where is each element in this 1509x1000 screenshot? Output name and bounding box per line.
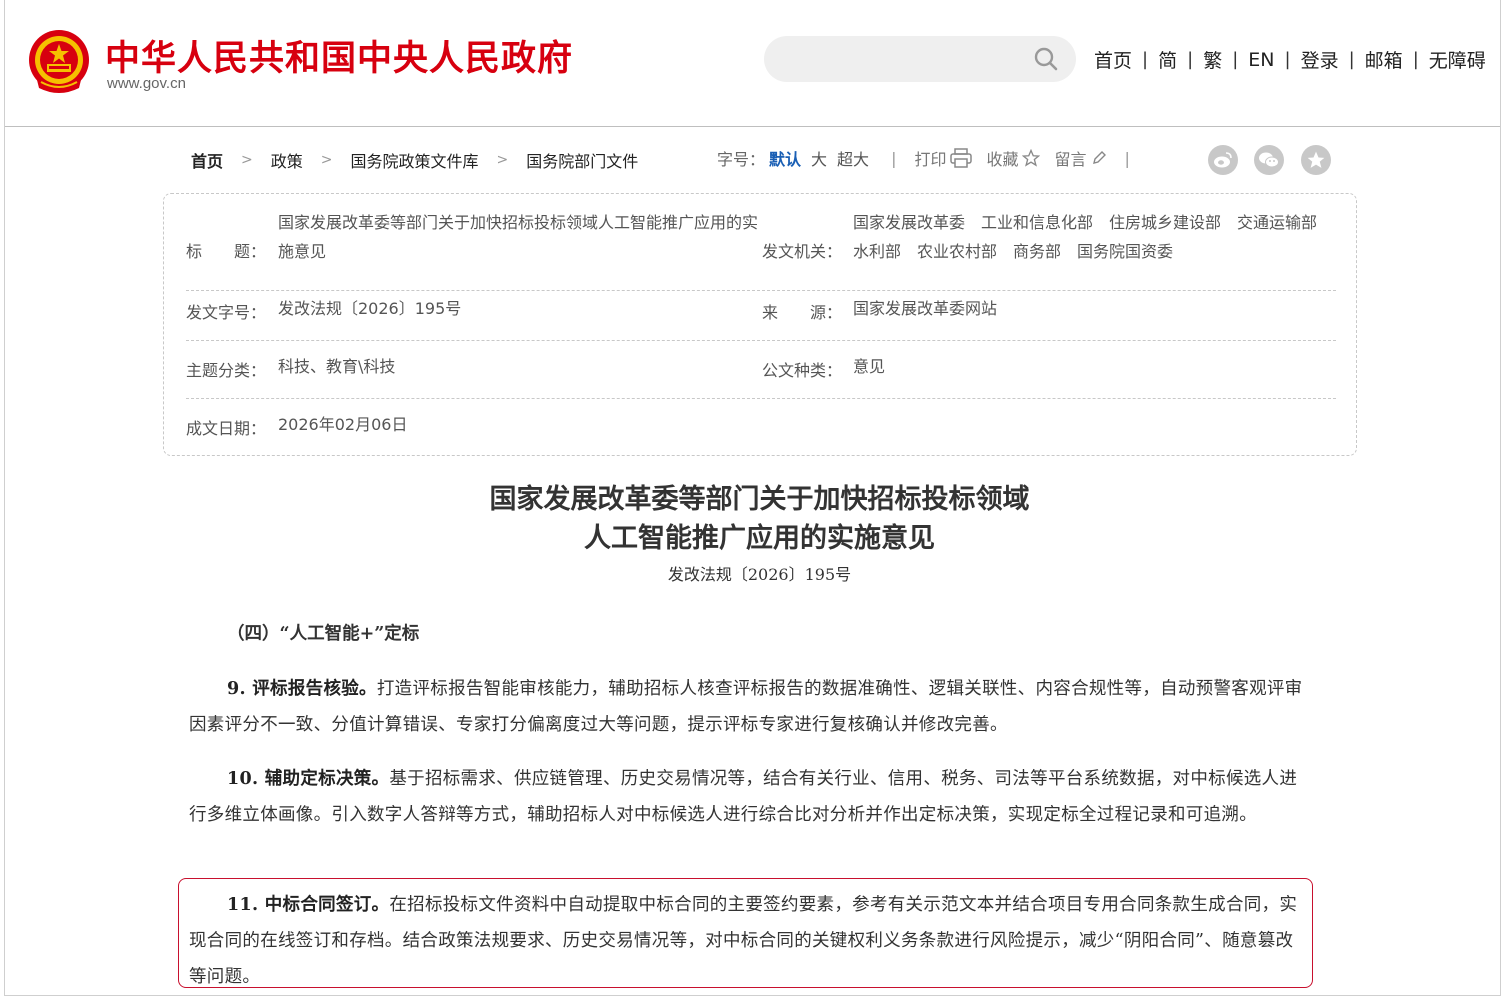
favorite-button[interactable]: 收藏 [986, 146, 1041, 170]
print-button[interactable]: 打印 [914, 146, 973, 170]
favorite-label: 收藏 [986, 150, 1019, 169]
nav-separator: | [1284, 49, 1291, 70]
paragraph-9-heading: 9. 评标报告核验。 [227, 679, 377, 699]
nav-home[interactable]: 首页 [1094, 46, 1132, 73]
breadcrumb-department-docs[interactable]: 国务院部门文件 [526, 148, 638, 172]
nav-separator: | [1348, 49, 1355, 70]
printer-icon [950, 148, 973, 168]
site-header: 中华人民共和国中央人民政府 www.gov.cn 首页 | 简 | 繁 | EN… [5, 0, 1500, 127]
document-info-box: 标 题： 国家发展改革委等部门关于加快招标投标领域人工智能推广应用的实施意见 发… [163, 193, 1357, 456]
breadcrumb-policy[interactable]: 政策 [271, 148, 303, 172]
top-nav: 首页 | 简 | 繁 | EN | 登录 | 邮箱 | 无障碍 [1094, 46, 1486, 73]
info-row-title: 标 题： 国家发展改革委等部门关于加快招标投标领域人工智能推广应用的实施意见 发… [186, 206, 1336, 291]
browser-page: 中华人民共和国中央人民政府 www.gov.cn 首页 | 简 | 繁 | EN… [4, 0, 1501, 996]
nav-separator: | [1187, 49, 1194, 70]
font-size-default[interactable]: 默认 [769, 146, 801, 170]
section-heading: （四）“人工智能+”定标 [227, 624, 420, 644]
qzone-icon[interactable] [1301, 145, 1331, 175]
nav-login[interactable]: 登录 [1301, 46, 1339, 73]
title-value: 国家发展改革委等部门关于加快招标投标领域人工智能推广应用的实施意见 [278, 213, 759, 261]
comment-button[interactable]: 留言 [1054, 146, 1106, 170]
chevron-right-icon: > [320, 152, 333, 168]
print-label: 打印 [914, 150, 947, 169]
tools-separator: | [1124, 148, 1130, 168]
paragraph-10: 10. 辅助定标决策。基于招标需求、供应链管理、历史交易情况等，结合有关行业、信… [189, 761, 1309, 833]
nav-traditional[interactable]: 繁 [1203, 46, 1222, 73]
paragraph-11-heading: 11. 中标合同签订。 [227, 895, 390, 915]
date-label: 成文日期： [186, 419, 267, 438]
font-size-xlarge[interactable]: 超大 [837, 146, 869, 170]
breadcrumb: 首页 > 政策 > 国务院政策文件库 > 国务院部门文件 [191, 148, 638, 172]
chevron-right-icon: > [496, 152, 509, 168]
search-input[interactable] [764, 36, 1076, 82]
nav-simplified[interactable]: 简 [1158, 46, 1177, 73]
nav-mailbox[interactable]: 邮箱 [1365, 46, 1403, 73]
info-row-date: 成文日期： 2026年02月06日 [186, 398, 1336, 456]
wechat-icon[interactable] [1254, 145, 1284, 175]
font-size-label: 字号： [717, 150, 766, 169]
nav-accessibility[interactable]: 无障碍 [1429, 46, 1486, 73]
article-title-line1: 国家发展改革委等部门关于加快招标投标领域 [489, 484, 1030, 515]
type-label: 公文种类： [762, 361, 843, 380]
article-doc-number: 发改法规〔2026〕195号 [667, 565, 852, 584]
chevron-right-icon: > [241, 152, 253, 168]
subject-value: 科技、教育\科技 [278, 357, 396, 376]
search-icon[interactable] [1034, 47, 1058, 71]
info-row-docno: 发文字号： 发改法规〔2026〕195号 来 源： 国家发展改革委网站 [186, 282, 1336, 341]
source-label: 来 源： [762, 303, 843, 322]
star-icon [1022, 149, 1041, 167]
nav-separator: | [1412, 49, 1419, 70]
breadcrumb-home[interactable]: 首页 [191, 148, 223, 172]
article-tools: 字号： 默认 大 超大 | 打印 收藏 留言 | [717, 146, 1148, 170]
doc-no-label: 发文字号： [186, 303, 267, 322]
article-title-line2: 人工智能推广应用的实施意见 [584, 523, 935, 554]
tools-separator: | [891, 148, 897, 168]
breadcrumb-policy-library[interactable]: 国务院政策文件库 [351, 148, 479, 172]
nav-separator: | [1142, 49, 1149, 70]
pencil-icon [1092, 151, 1106, 164]
national-emblem-icon[interactable] [27, 28, 91, 96]
site-domain: www.gov.cn [107, 75, 186, 92]
paragraph-10-heading: 10. 辅助定标决策。 [227, 769, 390, 789]
weibo-icon[interactable] [1208, 145, 1238, 175]
subject-label: 主题分类： [186, 361, 267, 380]
nav-separator: | [1232, 49, 1239, 70]
issuer-label: 发文机关： [762, 242, 843, 261]
nav-english[interactable]: EN [1248, 49, 1274, 71]
paragraph-9: 9. 评标报告核验。打造评标报告智能审核能力，辅助招标人核查评标报告的数据准确性… [189, 671, 1309, 743]
source-value: 国家发展改革委网站 [853, 299, 998, 318]
date-value: 2026年02月06日 [278, 415, 408, 434]
comment-label: 留言 [1054, 150, 1087, 169]
doc-no-value: 发改法规〔2026〕195号 [278, 299, 462, 318]
paragraph-11: 11. 中标合同签订。在招标投标文件资料中自动提取中标合同的主要签约要素，参考有… [189, 887, 1309, 995]
site-title[interactable]: 中华人民共和国中央人民政府 [105, 30, 573, 81]
type-value: 意见 [853, 357, 886, 376]
info-row-subject: 主题分类： 科技、教育\科技 公文种类： 意见 [186, 340, 1336, 399]
font-size-large[interactable]: 大 [811, 146, 827, 170]
title-label: 标 题： [186, 242, 267, 261]
issuer-value: 国家发展改革委 工业和信息化部 住房城乡建设部 交通运输部 水利部 农业农村部 … [853, 213, 1334, 261]
